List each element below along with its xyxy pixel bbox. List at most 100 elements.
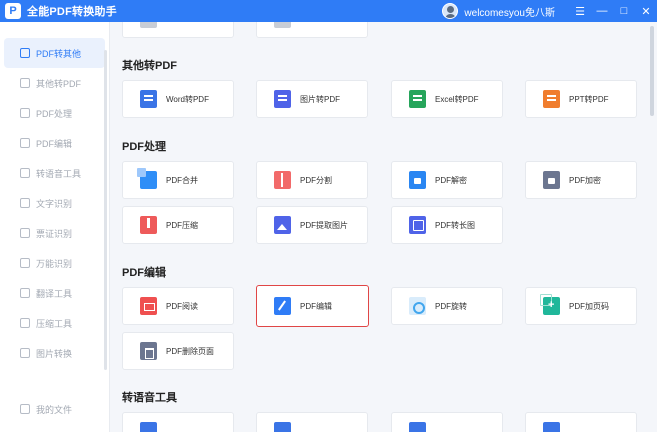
card-excel-to-pdf[interactable]: Excel转PDF <box>391 80 503 118</box>
tool-card[interactable] <box>525 412 637 432</box>
pdf-edit-icon <box>20 138 30 148</box>
card-pdf-compress[interactable]: PDF压缩 <box>122 206 234 244</box>
section-title-pdf-edit: PDF编辑 <box>122 267 166 279</box>
card-pdf-edit[interactable]: PDF编辑 <box>256 285 369 327</box>
card-label: PDF加页码 <box>569 301 609 311</box>
sidebar-item-label: PDF处理 <box>36 108 73 119</box>
sidebar-item-label: 图片转换 <box>36 348 73 359</box>
sidebar-item-image-convert[interactable]: 图片转换 <box>0 338 109 368</box>
sidebar-item-label: 其他转PDF <box>36 78 82 89</box>
sidebar-item-label: 转语音工具 <box>36 168 82 179</box>
sidebar-item-label: 票证识别 <box>36 228 73 239</box>
sidebar-item-translate[interactable]: 翻译工具 <box>0 278 109 308</box>
sidebar-item-pdf-to-other[interactable]: PDF转其他 <box>4 38 105 68</box>
tool-card[interactable] <box>122 22 234 38</box>
file-icon <box>274 22 291 28</box>
sidebar-item-label: PDF转其他 <box>36 48 82 59</box>
card-ppt-to-pdf[interactable]: PPT转PDF <box>525 80 637 118</box>
card-word-to-pdf[interactable]: Word转PDF <box>122 80 234 118</box>
sidebar-item-label: PDF编辑 <box>36 138 73 149</box>
card-label: Word转PDF <box>166 94 209 104</box>
compress-icon <box>20 318 30 328</box>
close-button[interactable]: ✕ <box>635 0 657 22</box>
card-pdf-to-long-image[interactable]: PDF转长图 <box>391 206 503 244</box>
split-icon <box>274 171 291 189</box>
sidebar-item-my-files[interactable]: 我的文件 <box>0 394 109 424</box>
title-right-group: welcomesyou免八斯 ☰ — □ ✕ <box>442 0 657 22</box>
app-title: 全能PDF转换助手 <box>27 6 117 18</box>
sidebar-item-universal-ocr[interactable]: 万能识别 <box>0 248 109 278</box>
card-pdf-read[interactable]: PDF阅读 <box>122 287 234 325</box>
voice-icon <box>20 168 30 178</box>
file-icon <box>543 422 560 432</box>
image-icon <box>274 90 291 108</box>
universal-ocr-icon <box>20 258 30 268</box>
sidebar-item-label: 我的文件 <box>36 404 73 415</box>
sidebar-item-pdf-edit[interactable]: PDF编辑 <box>0 128 109 158</box>
text-ocr-icon <box>20 198 30 208</box>
merge-icon <box>137 168 157 189</box>
sidebar-item-pdf-process[interactable]: PDF处理 <box>0 98 109 128</box>
maximize-button[interactable]: □ <box>613 0 635 22</box>
card-label: PDF分割 <box>300 175 332 185</box>
trash-icon <box>140 342 157 360</box>
title-bar: P 全能PDF转换助手 welcomesyou免八斯 ☰ — □ ✕ <box>0 0 657 22</box>
card-label: PDF解密 <box>435 175 467 185</box>
extract-image-icon <box>274 216 291 234</box>
card-pdf-merge[interactable]: PDF合并 <box>122 161 234 199</box>
tool-card[interactable] <box>122 412 234 432</box>
main-content: 其他转PDF Word转PDF 图片转PDF Excel转PDF PPT转PDF… <box>111 22 657 432</box>
sidebar-item-compress[interactable]: 压缩工具 <box>0 308 109 338</box>
card-label: PDF提取图片 <box>300 220 348 230</box>
sidebar-scrollbar[interactable] <box>104 50 107 370</box>
sidebar-item-ticket[interactable]: 票证识别 <box>0 218 109 248</box>
section-title-other-to-pdf: 其他转PDF <box>122 60 177 72</box>
menu-button[interactable]: ☰ <box>569 0 591 22</box>
to-pdf-icon <box>20 78 30 88</box>
card-pdf-split[interactable]: PDF分割 <box>256 161 368 199</box>
lock-icon <box>543 171 560 189</box>
card-label: 图片转PDF <box>300 94 340 104</box>
card-label: PPT转PDF <box>569 94 609 104</box>
app-logo-icon: P <box>5 3 21 19</box>
card-pdf-extract-images[interactable]: PDF提取图片 <box>256 206 368 244</box>
sidebar-item-other-to-pdf[interactable]: 其他转PDF <box>0 68 109 98</box>
card-label: PDF阅读 <box>166 301 198 311</box>
edit-icon <box>274 297 291 315</box>
sidebar-item-voice[interactable]: 转语音工具 <box>0 158 109 188</box>
tool-card[interactable] <box>256 22 368 38</box>
file-icon <box>140 22 157 28</box>
word-icon <box>140 90 157 108</box>
folder-icon <box>20 404 30 414</box>
card-pdf-add-page-number[interactable]: PDF加页码 <box>525 287 637 325</box>
rotate-icon <box>409 297 426 315</box>
image-convert-icon <box>20 348 30 358</box>
card-label: PDF压缩 <box>166 220 198 230</box>
card-pdf-decrypt[interactable]: PDF解密 <box>391 161 503 199</box>
long-image-icon <box>409 216 426 234</box>
minimize-button[interactable]: — <box>591 0 613 22</box>
section-title-voice-tools: 转语音工具 <box>122 392 177 404</box>
card-pdf-delete-pages[interactable]: PDF删除页面 <box>122 332 234 370</box>
card-image-to-pdf[interactable]: 图片转PDF <box>256 80 368 118</box>
username[interactable]: welcomesyou免八斯 <box>464 4 555 19</box>
pdf-process-icon <box>20 108 30 118</box>
card-label: PDF旋转 <box>435 301 467 311</box>
tool-card[interactable] <box>391 412 503 432</box>
tool-card[interactable] <box>256 412 368 432</box>
card-label: PDF合并 <box>166 175 198 185</box>
ticket-icon <box>20 228 30 238</box>
section-title-pdf-process: PDF处理 <box>122 141 166 153</box>
main-scrollbar[interactable] <box>650 26 654 116</box>
avatar[interactable] <box>442 3 459 19</box>
card-label: PDF加密 <box>569 175 601 185</box>
card-pdf-rotate[interactable]: PDF旋转 <box>391 287 503 325</box>
card-pdf-encrypt[interactable]: PDF加密 <box>525 161 637 199</box>
card-label: Excel转PDF <box>435 94 479 104</box>
unlock-icon <box>409 171 426 189</box>
sidebar-item-text-ocr[interactable]: 文字识别 <box>0 188 109 218</box>
card-label: PDF转长图 <box>435 220 475 230</box>
sidebar-item-label: 文字识别 <box>36 198 73 209</box>
sidebar-item-label: 万能识别 <box>36 258 73 269</box>
read-icon <box>140 297 157 315</box>
